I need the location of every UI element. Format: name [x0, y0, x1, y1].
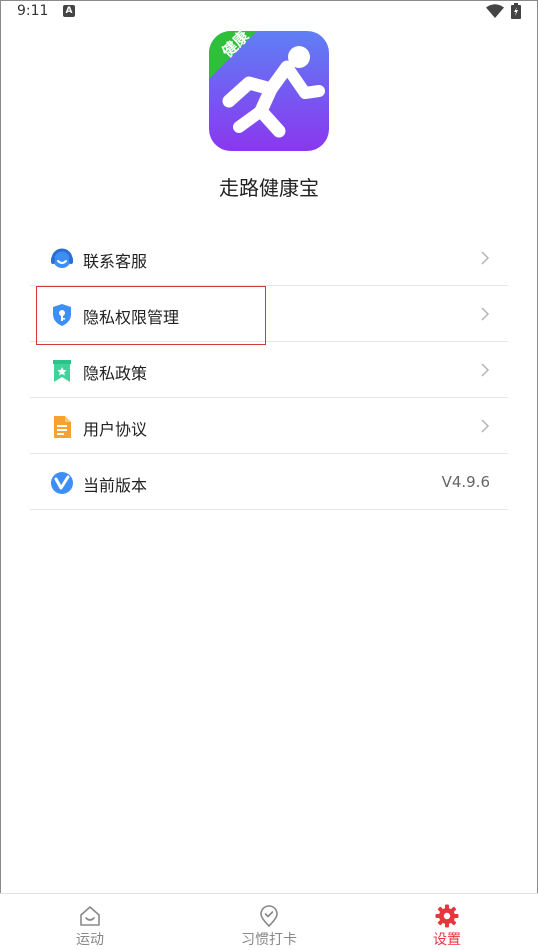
chevron-right-icon [481, 363, 490, 377]
highlight-box [36, 286, 266, 345]
menu-item-label: 用户协议 [83, 420, 148, 439]
home-smile-icon [80, 906, 100, 926]
tab-label: 习惯打卡 [241, 932, 297, 948]
settings-menu: 联系客服 隐私权限管理 隐私政策 用户协议 当前版本 V4.9.6 [30, 230, 508, 510]
checkin-pin-icon [260, 905, 278, 928]
gear-icon [435, 904, 459, 928]
menu-item-current-version[interactable]: 当前版本 V4.9.6 [30, 454, 508, 510]
wifi-icon [486, 4, 504, 18]
menu-item-label: 当前版本 [83, 476, 148, 495]
tab-settings[interactable]: 设置 [387, 894, 507, 950]
app-name: 走路健康宝 [219, 176, 319, 200]
chevron-right-icon [481, 307, 490, 321]
chevron-right-icon [481, 419, 490, 433]
tab-label: 设置 [433, 932, 461, 948]
menu-item-user-agreement[interactable]: 用户协议 [30, 398, 508, 454]
tab-label: 运动 [76, 932, 104, 948]
document-icon [54, 416, 71, 438]
chevron-right-icon [481, 251, 490, 265]
tab-habit-checkin[interactable]: 习惯打卡 [209, 894, 329, 950]
menu-item-label: 隐私政策 [83, 364, 148, 383]
menu-item-label: 联系客服 [83, 252, 148, 271]
tab-exercise[interactable]: 运动 [30, 894, 150, 950]
bookmark-star-icon [53, 360, 71, 382]
customer-service-icon [51, 248, 73, 268]
version-v-icon [51, 472, 73, 494]
app-logo-icon: 健康 [209, 31, 329, 151]
menu-item-privacy-policy[interactable]: 隐私政策 [30, 342, 508, 398]
notification-a-icon: A [63, 5, 75, 17]
menu-item-customer-service[interactable]: 联系客服 [30, 230, 508, 286]
battery-charging-icon [511, 3, 521, 19]
bottom-nav: 运动 习惯打卡 设置 [0, 893, 538, 950]
status-time: 9:11 [17, 3, 49, 19]
status-bar: 9:11 A [0, 0, 538, 24]
version-number: V4.9.6 [441, 473, 490, 491]
